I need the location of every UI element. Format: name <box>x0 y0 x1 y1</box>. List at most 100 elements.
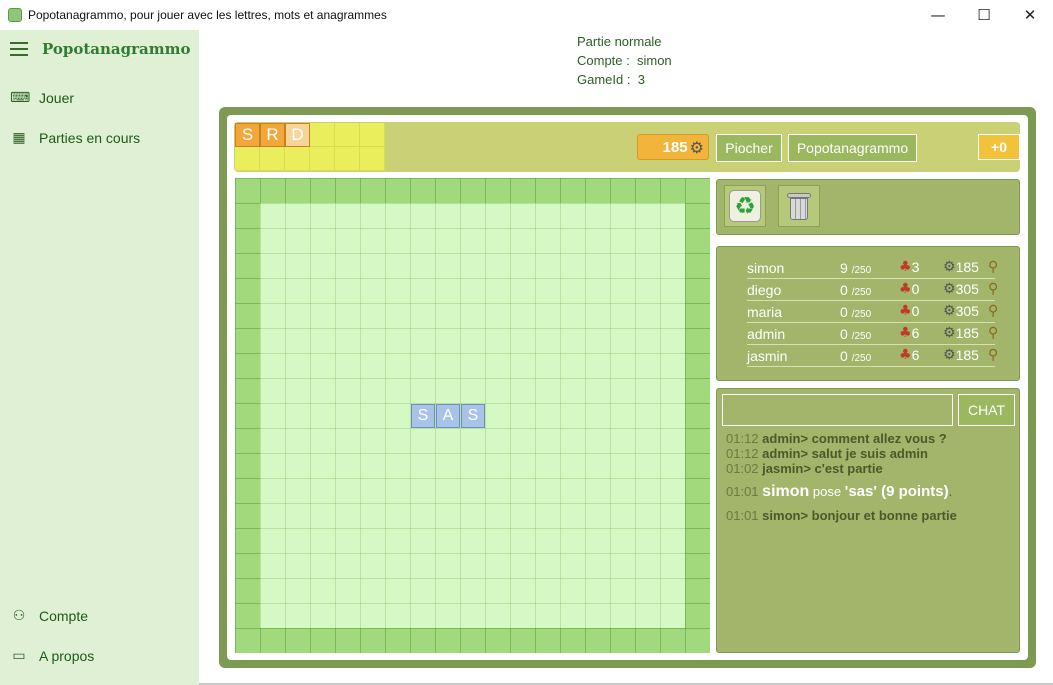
player-tiles: ♣ 6 <box>899 325 920 341</box>
tiles-icon: ♣ <box>899 259 912 275</box>
chat-messages: 01:12 admin> comment allez vous ? 01:12 … <box>726 431 1016 523</box>
sidebar-item-label: Compte <box>39 608 89 624</box>
board-tile[interactable]: S <box>461 404 485 428</box>
magnifier-icon[interactable]: ⚲ <box>988 259 998 275</box>
player-name: admin <box>747 326 786 342</box>
magnifier-icon[interactable]: ⚲ <box>988 347 998 363</box>
player-tiles: ♣ 0 <box>899 281 920 297</box>
player-score: 0 /250 <box>840 326 872 342</box>
chat-message: 01:12 admin> comment allez vous ? <box>726 431 947 446</box>
gameid-value: 3 <box>637 72 645 87</box>
game-info: Partie normale Compte : simon GameId : 3 <box>577 32 672 89</box>
sidebar-item-compte[interactable]: ⚇ Compte <box>10 608 88 624</box>
score-value: 185 <box>662 138 688 156</box>
player-tiles: ♣ 3 <box>899 259 920 275</box>
player-row: jasmin 0 /250 ♣ 6 ⚙ 185 ⚲ <box>747 345 998 367</box>
hamburger-menu-icon[interactable] <box>10 42 28 56</box>
tiles-icon: ♣ <box>899 281 912 297</box>
player-points: ⚙ 185 <box>943 259 979 275</box>
rack-slot[interactable] <box>335 147 360 171</box>
chat-move-message: 01:01 simon pose 'sas' (9 points). <box>726 483 953 500</box>
rack-slot[interactable] <box>360 123 385 147</box>
bonus-badge: +0 <box>978 134 1020 160</box>
popotanagrammo-button[interactable]: Popotanagrammo <box>788 134 917 162</box>
gear-icon: ⚙ <box>943 325 956 341</box>
maximize-button[interactable]: ☐ <box>961 0 1007 30</box>
sidebar-item-a-propos[interactable]: ▭ A propos <box>10 648 94 664</box>
chat-message: 01:12 admin> salut je suis admin <box>726 446 928 461</box>
player-row: simon 9 /250 ♣ 3 ⚙ 185 ⚲ <box>747 257 998 279</box>
player-row: maria 0 /250 ♣ 0 ⚙ 305 ⚲ <box>747 301 998 323</box>
window-title: Popotanagrammo, pour jouer avec les lett… <box>28 8 387 22</box>
title-bar: Popotanagrammo, pour jouer avec les lett… <box>0 0 1053 30</box>
rack-slot[interactable] <box>310 123 335 147</box>
player-score: 9 /250 <box>840 260 872 276</box>
window-controls: — ☐ ✕ <box>915 0 1053 30</box>
account-label: Compte : <box>577 53 630 68</box>
sidebar-item-label: Parties en cours <box>39 130 141 146</box>
chat-panel: CHAT 01:12 admin> comment allez vous ? 0… <box>716 388 1020 653</box>
chat-message: 01:01 simon> bonjour et bonne partie <box>726 508 957 523</box>
player-score: 0 /250 <box>840 304 872 320</box>
gear-icon: ⚙ <box>943 281 956 297</box>
player-name: simon <box>747 260 785 276</box>
player-points: ⚙ 185 <box>943 347 979 363</box>
magnifier-icon[interactable]: ⚲ <box>988 281 998 297</box>
sidebar: Popotanagrammo ⌨ Jouer ▦ Parties en cour… <box>0 30 199 685</box>
score-badge: 185 ⚙ <box>637 134 709 160</box>
gear-icon: ⚙ <box>943 303 956 319</box>
rack-tile[interactable]: S <box>235 123 260 147</box>
game-board[interactable]: S A S <box>235 178 710 653</box>
board-tile[interactable]: A <box>436 404 460 428</box>
magnifier-icon[interactable]: ⚲ <box>988 303 998 319</box>
trash-button[interactable] <box>778 185 820 227</box>
player-score: 0 /250 <box>840 282 872 298</box>
game-area: S R D 185 ⚙ Piocher Popotanagrammo +0 S … <box>227 115 1028 660</box>
player-name: diego <box>747 282 782 298</box>
app-window: Popotanagrammo, pour jouer avec les lett… <box>0 0 1053 685</box>
chat-message: 01:02 jasmin> c'est partie <box>726 461 883 476</box>
player-name: maria <box>747 304 783 320</box>
player-tiles: ♣ 0 <box>899 303 920 319</box>
rack-slot[interactable] <box>260 147 285 171</box>
comment-icon: ▭ <box>12 648 26 664</box>
trash-icon <box>787 191 811 221</box>
player-name: jasmin <box>747 348 788 364</box>
minimize-button[interactable]: — <box>915 0 961 30</box>
sidebar-item-jouer[interactable]: ⌨ Jouer <box>10 90 74 106</box>
magnifier-icon[interactable]: ⚲ <box>988 325 998 341</box>
game-panel: S R D 185 ⚙ Piocher Popotanagrammo +0 S … <box>219 107 1036 668</box>
rack-tile[interactable]: D <box>285 123 310 147</box>
player-row: diego 0 /250 ♣ 0 ⚙ 305 ⚲ <box>747 279 998 301</box>
brand-name: Popotanagrammo <box>42 40 191 58</box>
tiles-icon: ♣ <box>899 325 912 341</box>
piocher-button[interactable]: Piocher <box>716 134 782 162</box>
player-score: 0 /250 <box>840 348 872 364</box>
gameid-label: GameId : <box>577 72 631 87</box>
account-value: simon <box>636 53 672 68</box>
sidebar-item-label: A propos <box>39 648 95 664</box>
recycle-button[interactable]: ♻ <box>724 185 766 227</box>
rack-slot[interactable] <box>335 123 360 147</box>
rack-slot[interactable] <box>235 147 260 171</box>
letter-rack: S R D <box>235 123 385 171</box>
brand: Popotanagrammo <box>10 40 191 58</box>
rack-toolbar: S R D 185 ⚙ Piocher Popotanagrammo +0 <box>234 122 1020 172</box>
app-icon <box>8 8 22 22</box>
rack-slot[interactable] <box>310 147 335 171</box>
close-button[interactable]: ✕ <box>1007 0 1053 30</box>
chat-button[interactable]: CHAT <box>958 394 1015 426</box>
board-tile[interactable]: S <box>411 404 435 428</box>
grid-icon: ▦ <box>12 130 26 146</box>
player-row: admin 0 /250 ♣ 6 ⚙ 185 ⚲ <box>747 323 998 345</box>
gear-icon: ⚙ <box>943 347 956 363</box>
rack-tile[interactable]: R <box>260 123 285 147</box>
gear-icon: ⚙ <box>689 137 704 157</box>
chat-input[interactable] <box>722 394 953 426</box>
rack-slot[interactable] <box>360 147 385 171</box>
gear-icon: ⚙ <box>943 259 956 275</box>
rack-slot[interactable] <box>285 147 310 171</box>
sidebar-item-parties-en-cours[interactable]: ▦ Parties en cours <box>10 130 140 146</box>
game-mode: Partie normale <box>577 34 662 49</box>
player-points: ⚙ 305 <box>943 303 979 319</box>
